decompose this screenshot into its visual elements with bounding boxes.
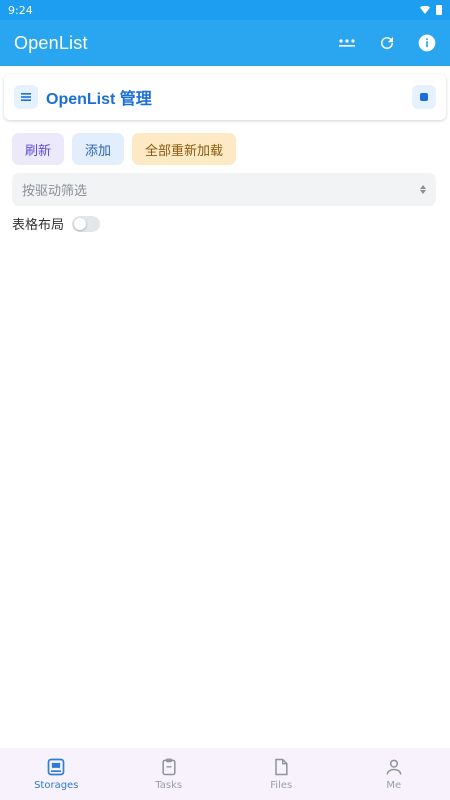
menu-icon[interactable] [14,85,38,109]
reload-all-button[interactable]: 全部重新加载 [132,133,237,165]
driver-filter-select[interactable]: 按驱动筛选 [12,173,436,206]
app-bar: OpenList [0,20,450,66]
person-icon [386,759,402,775]
nav-item-me[interactable]: Me [338,748,450,800]
toggle-knob [74,217,87,230]
status-bar: 9:24 [0,0,450,20]
add-button[interactable]: 添加 [72,133,125,165]
storage-icon [47,758,65,776]
filter-placeholder: 按驱动筛选 [22,184,88,199]
app-title: OpenList [14,32,88,53]
nav-label-tasks: Tasks [155,780,183,791]
nav-item-files[interactable]: Files [225,748,338,800]
header-card: OpenList 管理 [4,74,446,120]
header-action-icon[interactable] [412,85,436,109]
clipboard-icon [162,758,176,776]
status-time: 9:24 [8,3,33,17]
table-layout-label: 表格布局 [12,218,65,233]
refresh-button[interactable]: 刷新 [12,133,65,165]
app-bar-actions [336,32,438,54]
status-icons [420,5,442,15]
info-icon[interactable] [416,32,438,54]
nav-label-me: Me [386,780,402,791]
refresh-icon[interactable] [376,32,398,54]
action-buttons: 刷新 添加 全部重新加载 [12,133,237,165]
nav-item-storages[interactable]: Storages [0,748,113,800]
nav-label-files: Files [270,780,293,791]
page-title: OpenList 管理 [46,91,152,108]
table-layout-toggle[interactable] [72,215,101,232]
file-icon [275,758,288,776]
table-layout-row: 表格布局 [12,214,101,233]
more-options-icon[interactable] [336,32,358,54]
wifi-icon [420,6,430,14]
bottom-nav: Storages Tasks Files Me [0,748,450,800]
nav-label-storages: Storages [34,780,79,791]
chevron-updown-icon [420,185,426,194]
battery-icon [436,5,442,15]
nav-item-tasks[interactable]: Tasks [113,748,226,800]
